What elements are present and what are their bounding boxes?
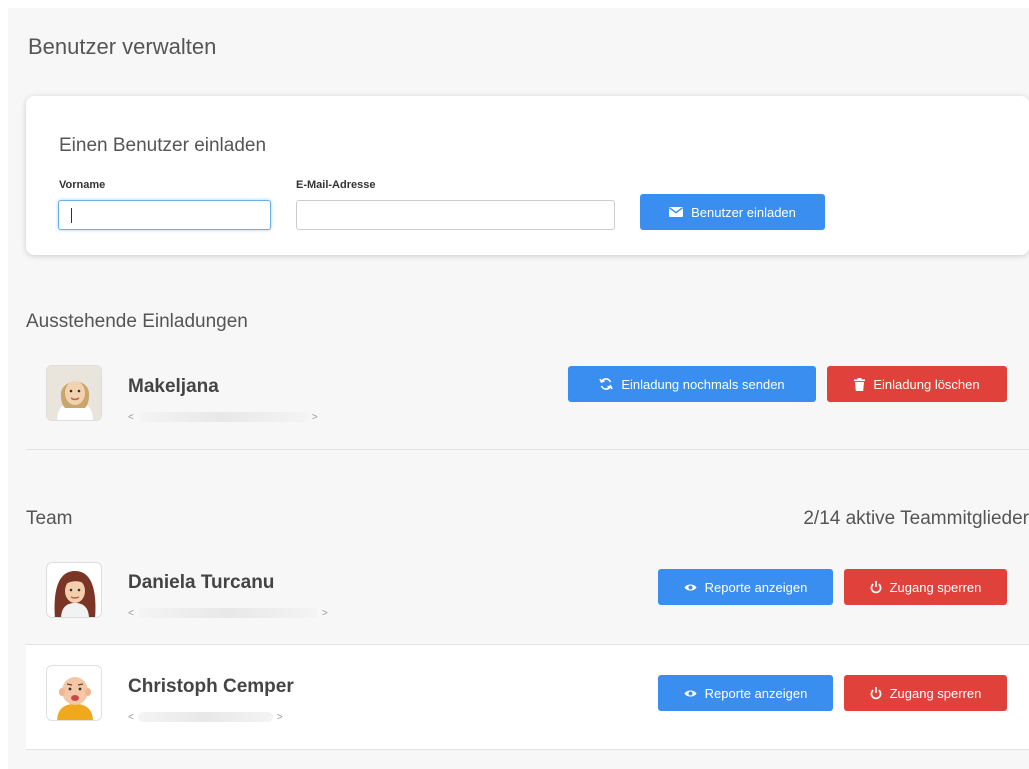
email-input[interactable] (296, 200, 615, 230)
block-access-label: Zugang sperren (889, 685, 982, 701)
email-close-bracket: > (276, 711, 283, 723)
block-access-button[interactable]: Zugang sperren (844, 569, 1007, 605)
pending-user-name: Makeljana (128, 376, 219, 397)
email-open-bracket: < (128, 411, 134, 423)
email-open-bracket: < (128, 607, 134, 619)
envelope-icon (669, 207, 684, 217)
team-title: Team (26, 508, 73, 529)
show-reports-button[interactable]: Reporte anzeigen (658, 569, 833, 605)
email-redacted (137, 712, 273, 722)
firstname-input[interactable] (58, 200, 271, 230)
page-title: Benutzer verwalten (28, 34, 217, 59)
email-close-bracket: > (321, 607, 328, 619)
trash-icon (854, 377, 866, 391)
team-member-name: Daniela Turcanu (128, 572, 275, 593)
team-member-email: < > (128, 711, 283, 723)
email-label: E-Mail-Adresse (296, 179, 376, 191)
manage-users-page: Benutzer verwalten Einen Benutzer einlad… (8, 8, 1029, 769)
show-reports-label: Reporte anzeigen (704, 579, 808, 595)
avatar-woman-brunette-icon (47, 563, 101, 617)
active-members-count: 2/14 aktive Teammitglieder (803, 508, 1029, 529)
power-icon (870, 580, 882, 593)
team-member-row: Daniela Turcanu < > Reporte anzeigen Zug… (26, 544, 1029, 645)
invite-title: Einen Benutzer einladen (59, 135, 267, 156)
email-open-bracket: < (128, 711, 134, 723)
email-redacted (137, 412, 308, 422)
pending-invitation-row: Makeljana < > Einladung nochmals senden … (26, 350, 1029, 450)
power-icon (870, 686, 882, 699)
team-member-email: < > (128, 607, 328, 619)
invite-user-card: Einen Benutzer einladen Vorname E-Mail-A… (26, 96, 1029, 255)
firstname-label: Vorname (59, 179, 106, 191)
refresh-icon (599, 378, 614, 390)
block-access-label: Zugang sperren (889, 579, 982, 595)
email-close-bracket: > (311, 411, 318, 423)
avatar (46, 665, 102, 721)
eye-icon (684, 690, 697, 696)
team-member-row: Christoph Cemper < > Reporte anzeigen Zu… (26, 645, 1029, 750)
resend-invitation-button[interactable]: Einladung nochmals senden (568, 366, 816, 402)
delete-invitation-label: Einladung löschen (873, 376, 980, 392)
avatar (46, 562, 102, 618)
avatar-woman-blonde-icon (47, 366, 101, 420)
row-divider (26, 749, 1029, 750)
email-redacted (137, 608, 318, 618)
resend-invitation-label: Einladung nochmals senden (621, 376, 785, 392)
avatar-man-bald-icon (47, 666, 101, 720)
delete-invitation-button[interactable]: Einladung löschen (827, 366, 1007, 402)
eye-icon (684, 584, 697, 590)
pending-user-email: < > (128, 411, 318, 423)
show-reports-button[interactable]: Reporte anzeigen (658, 675, 833, 711)
show-reports-label: Reporte anzeigen (704, 685, 808, 701)
invite-user-button[interactable]: Benutzer einladen (640, 194, 825, 230)
row-divider (26, 449, 1029, 450)
avatar (46, 365, 102, 421)
pending-invitations-title: Ausstehende Einladungen (26, 311, 248, 332)
block-access-button[interactable]: Zugang sperren (844, 675, 1007, 711)
team-member-name: Christoph Cemper (128, 676, 294, 697)
text-caret (71, 208, 72, 223)
invite-user-button-label: Benutzer einladen (691, 204, 796, 220)
